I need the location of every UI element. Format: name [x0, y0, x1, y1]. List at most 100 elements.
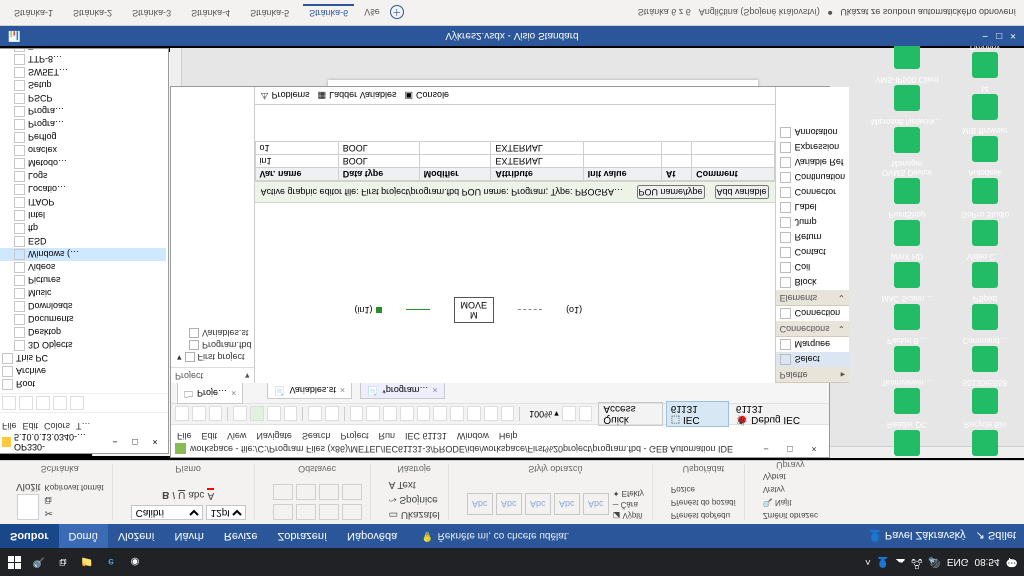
palette-hdr[interactable]: Palette▸	[776, 367, 850, 383]
tree-item[interactable]: Intel	[0, 209, 166, 222]
find-button[interactable]: 🔍 Najít	[763, 498, 792, 507]
elements-hdr[interactable]: Elements⌄	[776, 290, 850, 306]
tab-insert[interactable]: Vložení	[108, 524, 165, 548]
tab-help[interactable]: Nápověda	[337, 524, 407, 548]
menu-navigate[interactable]: Navigate	[256, 425, 292, 441]
desktop-icon[interactable]: Packet B…	[870, 336, 944, 372]
ide-window[interactable]: workspace - file:/C:/Program Files (x86)…	[170, 86, 830, 458]
menu-iec-61131[interactable]: IEC 61131	[405, 425, 447, 441]
palette-connection[interactable]: Connection	[776, 306, 850, 321]
add-variable-button[interactable]: Add variable	[715, 185, 769, 199]
tool-icon[interactable]	[70, 396, 84, 410]
page-tab[interactable]: Stránka-6	[303, 5, 354, 21]
tool-icon[interactable]	[53, 396, 67, 410]
tray-cloud-icon[interactable]: ☁	[895, 557, 905, 568]
page-tab[interactable]: Stránka-1	[8, 5, 59, 21]
tree-item[interactable]: ftp	[0, 222, 166, 235]
explorer-tree[interactable]: RootArchiveThis PC3D ObjectsDesktopDocum…	[0, 49, 168, 393]
tree-item[interactable]: Videos	[0, 261, 166, 274]
chevron-icon[interactable]: ▸	[841, 369, 846, 380]
task-view-icon[interactable]: ⧉	[54, 553, 72, 571]
recover-banner[interactable]: Ukázat ze souboru automatického obnovení	[840, 8, 1016, 18]
table-row[interactable]: o1BOOLEXTERNAL	[255, 142, 774, 155]
tab-view[interactable]: Zobrazení	[268, 524, 338, 548]
build-icon[interactable]	[233, 407, 247, 422]
tree-item[interactable]: PSCP	[0, 92, 166, 105]
record-macro-icon[interactable]: ⏺	[828, 7, 833, 18]
perspective-iec[interactable]: ⬚ IEC 61131	[666, 401, 729, 427]
palette-select[interactable]: Select	[776, 352, 850, 367]
style-swatch[interactable]: Abc	[554, 494, 580, 516]
paste-button[interactable]: Vložit	[16, 481, 40, 520]
valign-bot-button[interactable]	[319, 484, 339, 500]
tree-item[interactable]: Downloads	[0, 300, 166, 313]
menu-project[interactable]: Project	[340, 425, 368, 441]
desktop-icon[interactable]: VMS-IP500 Client	[870, 75, 944, 111]
valign-top-button[interactable]	[273, 484, 293, 500]
style-swatch[interactable]: Abc	[467, 494, 493, 516]
close-icon[interactable]: ×	[231, 388, 236, 398]
min-button[interactable]: −	[982, 31, 988, 42]
menu-view[interactable]: View	[227, 425, 246, 441]
col-header[interactable]: Init value	[583, 168, 661, 181]
tab-console[interactable]: ▣Console	[405, 90, 450, 101]
tbtn-icon[interactable]	[562, 407, 576, 422]
palette[interactable]: Palette▸ Select Marquee Connections⌄ Con…	[775, 87, 850, 383]
project-explorer[interactable]: Project▾ ▾First project Program.fbd Vari…	[171, 87, 255, 383]
cut-icon[interactable]: ✂	[44, 507, 103, 518]
bullets-button[interactable]	[342, 484, 362, 500]
col-header[interactable]: Comment	[692, 168, 774, 181]
col-header[interactable]: Attribute	[491, 168, 583, 181]
palette-variable-ref[interactable]: Variable Ref	[776, 155, 850, 170]
tbtn-icon[interactable]	[383, 407, 397, 422]
connections-hdr[interactable]: Connections⌄	[776, 321, 850, 337]
font-size[interactable]: 12pt	[206, 505, 246, 520]
tray-chevron-icon[interactable]: ˄	[865, 557, 871, 568]
effects-menu[interactable]: ✦ Efekty	[613, 489, 644, 498]
tbtn-icon[interactable]	[467, 407, 481, 422]
run-icon[interactable]	[250, 407, 264, 422]
connector-tool[interactable]: ⤳ Spojnice	[389, 494, 438, 505]
tab-design[interactable]: Návrh	[165, 524, 214, 548]
menu-search[interactable]: Search	[302, 425, 331, 441]
desktop-icon[interactable]: WinX HD	[870, 252, 944, 288]
valign-mid-button[interactable]	[296, 484, 316, 500]
stop-icon[interactable]	[284, 407, 298, 422]
cell[interactable]: EXTERNAL	[491, 155, 583, 168]
menu-edit[interactable]: Edit	[202, 425, 218, 441]
tree-item[interactable]: This PC	[0, 352, 166, 365]
tree-item[interactable]: Desktop	[0, 326, 166, 339]
explorer-window[interactable]: OP330-5.10.0.13.0340-… −□× File Edit Col…	[0, 48, 169, 454]
tree-item[interactable]: Metodo…	[0, 157, 166, 170]
tab-variables[interactable]: 📄Variables.st×	[267, 383, 352, 399]
menu-file[interactable]: File	[177, 425, 192, 441]
close-button[interactable]: ×	[803, 442, 825, 456]
cell[interactable]	[661, 155, 691, 168]
perspective-debug[interactable]: 🐞 Debug IEC 61131	[732, 402, 825, 426]
edge-icon[interactable]: e	[102, 553, 120, 571]
tbtn-icon[interactable]	[400, 407, 414, 422]
menu-edit[interactable]: Edit	[23, 413, 39, 431]
tree-item[interactable]: Archive	[0, 365, 166, 378]
align-just-button[interactable]	[342, 504, 362, 520]
tbtn-icon[interactable]	[501, 407, 515, 422]
line-menu[interactable]: ─ Čára	[613, 500, 644, 509]
menu-help[interactable]: Help	[499, 425, 518, 441]
tab-project-view[interactable]: 🗀Proje…×	[177, 383, 243, 404]
new-icon[interactable]	[175, 407, 189, 422]
cell[interactable]: BOOL	[338, 155, 419, 168]
col-header[interactable]: Data type	[338, 168, 419, 181]
save-icon[interactable]	[192, 407, 206, 422]
font-color-button[interactable]: A	[207, 488, 214, 501]
tab-home[interactable]: Domů	[59, 524, 108, 548]
align-left-button[interactable]	[273, 504, 293, 520]
desktop-icon[interactable]: MAC Scann…	[870, 294, 944, 330]
col-header[interactable]: Var. name	[255, 168, 338, 181]
select-menu[interactable]: Vybrat	[763, 472, 786, 481]
tree-item[interactable]: ITAOP	[0, 196, 166, 209]
desktop-icon[interactable]: PaintShop	[870, 210, 944, 246]
fbd-output-pin[interactable]: (o1)	[566, 305, 582, 315]
desktop-icon[interactable]: Video C…	[948, 252, 1022, 288]
max-button[interactable]: □	[126, 437, 144, 447]
tell-me[interactable]: 💡Řekněte mi, co chcete udělat.	[421, 531, 569, 542]
